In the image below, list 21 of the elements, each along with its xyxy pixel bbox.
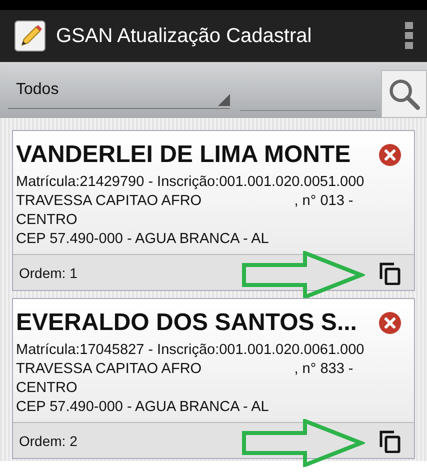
order-label: Ordem: 2	[19, 432, 78, 448]
owner-name: VANDERLEI DE LIMA MONTE	[16, 141, 352, 169]
app-title: GSAN Atualização Cadastral	[56, 24, 313, 48]
address-text: TRAVESSA CAPITAO AFRO , n° 833 - CENTRO	[15, 360, 354, 398]
record-card[interactable]: EVERALDO DOS SANTOS S... Matrícula:17045827 - Inscrição:001.001.020.0061.000 TRAVESSA CAPITAO AFRO , n° 833 - CENTRO CEP 57.490-000 - AGUA BRANCA - AL Ordem: 2	[12, 298, 415, 459]
owner-name: EVERALDO DOS SANTOS S...	[16, 309, 358, 337]
pencil-icon	[14, 20, 46, 52]
menu-icon[interactable]	[405, 22, 413, 50]
registration-text: Matrícula:17045827 - Inscrição:001.001.020.0061.000	[15, 341, 366, 360]
dropdown-icon	[218, 94, 230, 106]
copy-icon[interactable]	[378, 260, 402, 284]
city-text: CEP 57.490-000 - AGUA BRANCA - AL	[15, 230, 270, 249]
city-text: CEP 57.490-000 - AGUA BRANCA - AL	[15, 398, 270, 417]
address-text: TRAVESSA CAPITAO AFRO , n° 013 - CENTRO	[15, 192, 354, 230]
delete-icon[interactable]	[378, 311, 402, 335]
search-button[interactable]	[381, 70, 427, 118]
delete-icon[interactable]	[378, 143, 402, 167]
order-label: Ordem: 1	[19, 264, 78, 280]
record-card[interactable]: VANDERLEI DE LIMA MONTE Matrícula:21429790 - Inscrição:001.001.020.0051.000 TRAVESSA CAPITAO AFRO , n° 013 - CENTRO CEP 57.490-000 - AGUA BRANCA - AL Ordem: 1	[12, 130, 415, 291]
registration-text: Matrícula:21429790 - Inscrição:001.001.020.0051.000	[15, 173, 366, 192]
copy-icon[interactable]	[378, 428, 402, 452]
